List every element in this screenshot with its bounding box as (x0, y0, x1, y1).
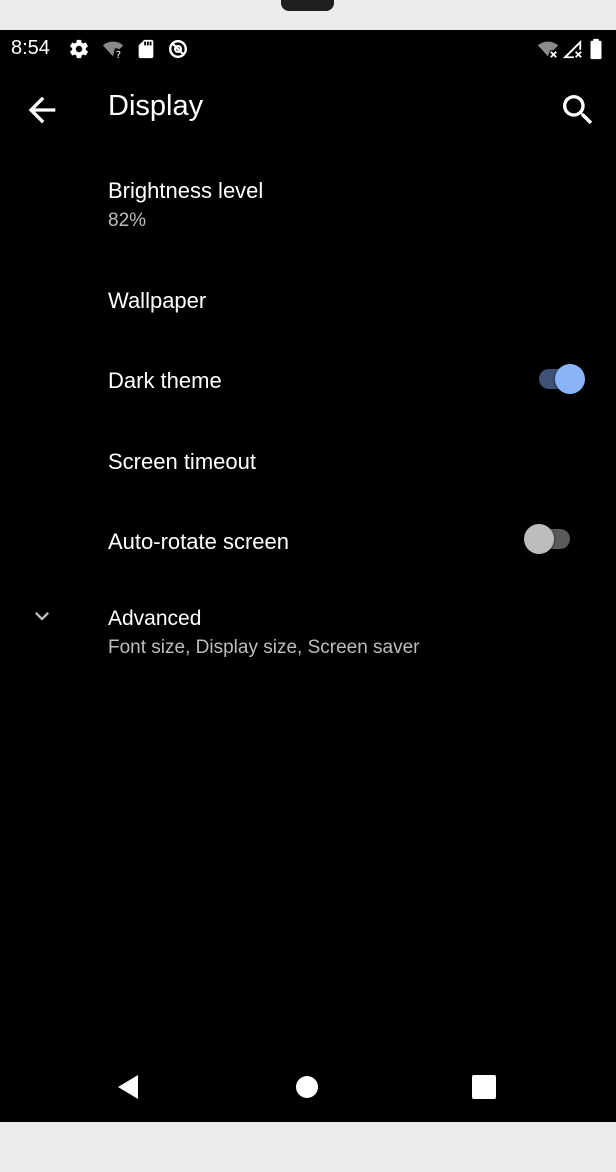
status-bar: 8:54 ? (0, 30, 616, 66)
screen: 8:54 ? Display Brightness level 82% Wall… (0, 30, 616, 1122)
chevron-down-icon (28, 602, 56, 630)
device-top-bezel (0, 0, 616, 30)
pref-title: Dark theme (108, 368, 222, 393)
pref-brightness-level[interactable]: Brightness level 82% (0, 160, 616, 240)
pref-advanced[interactable]: Advanced Font size, Display size, Screen… (0, 590, 616, 680)
search-icon[interactable] (558, 90, 598, 130)
pref-wallpaper[interactable]: Wallpaper (0, 260, 616, 340)
nav-back-icon[interactable] (110, 1069, 146, 1105)
svg-text:?: ? (116, 50, 121, 60)
switch-thumb (555, 364, 585, 394)
toolbar: Display (0, 76, 616, 140)
arrow-back-icon[interactable] (22, 90, 62, 130)
pref-title: Wallpaper (108, 288, 207, 313)
cell-signal-off-icon (561, 38, 583, 60)
settings-gear-icon (68, 38, 90, 60)
device-bottom-bezel (0, 1122, 616, 1172)
sd-card-icon (135, 38, 157, 60)
switch-thumb (524, 524, 554, 554)
pref-summary: 82% (108, 210, 147, 231)
dark-theme-switch[interactable] (533, 359, 585, 399)
wifi-question-icon: ? (102, 38, 124, 60)
status-time: 8:54 (11, 37, 50, 59)
page-title: Display (108, 90, 204, 122)
auto-rotate-switch[interactable] (524, 519, 576, 559)
pref-screen-timeout[interactable]: Screen timeout (0, 420, 616, 500)
pref-title: Auto-rotate screen (108, 529, 289, 554)
data-saver-icon (167, 38, 189, 60)
nav-recents-icon[interactable] (466, 1069, 502, 1105)
pref-title: Screen timeout (108, 449, 256, 474)
pref-title: Brightness level (108, 178, 264, 203)
nav-home-icon[interactable] (289, 1069, 325, 1105)
wifi-off-icon (537, 38, 559, 60)
pref-dark-theme[interactable]: Dark theme (0, 340, 616, 420)
pref-auto-rotate-screen[interactable]: Auto-rotate screen (0, 500, 616, 580)
battery-icon (586, 38, 606, 60)
pref-title: Advanced (108, 607, 202, 630)
pref-summary: Font size, Display size, Screen saver (108, 637, 420, 658)
camera-notch (281, 0, 334, 11)
navigation-bar (0, 1052, 616, 1122)
